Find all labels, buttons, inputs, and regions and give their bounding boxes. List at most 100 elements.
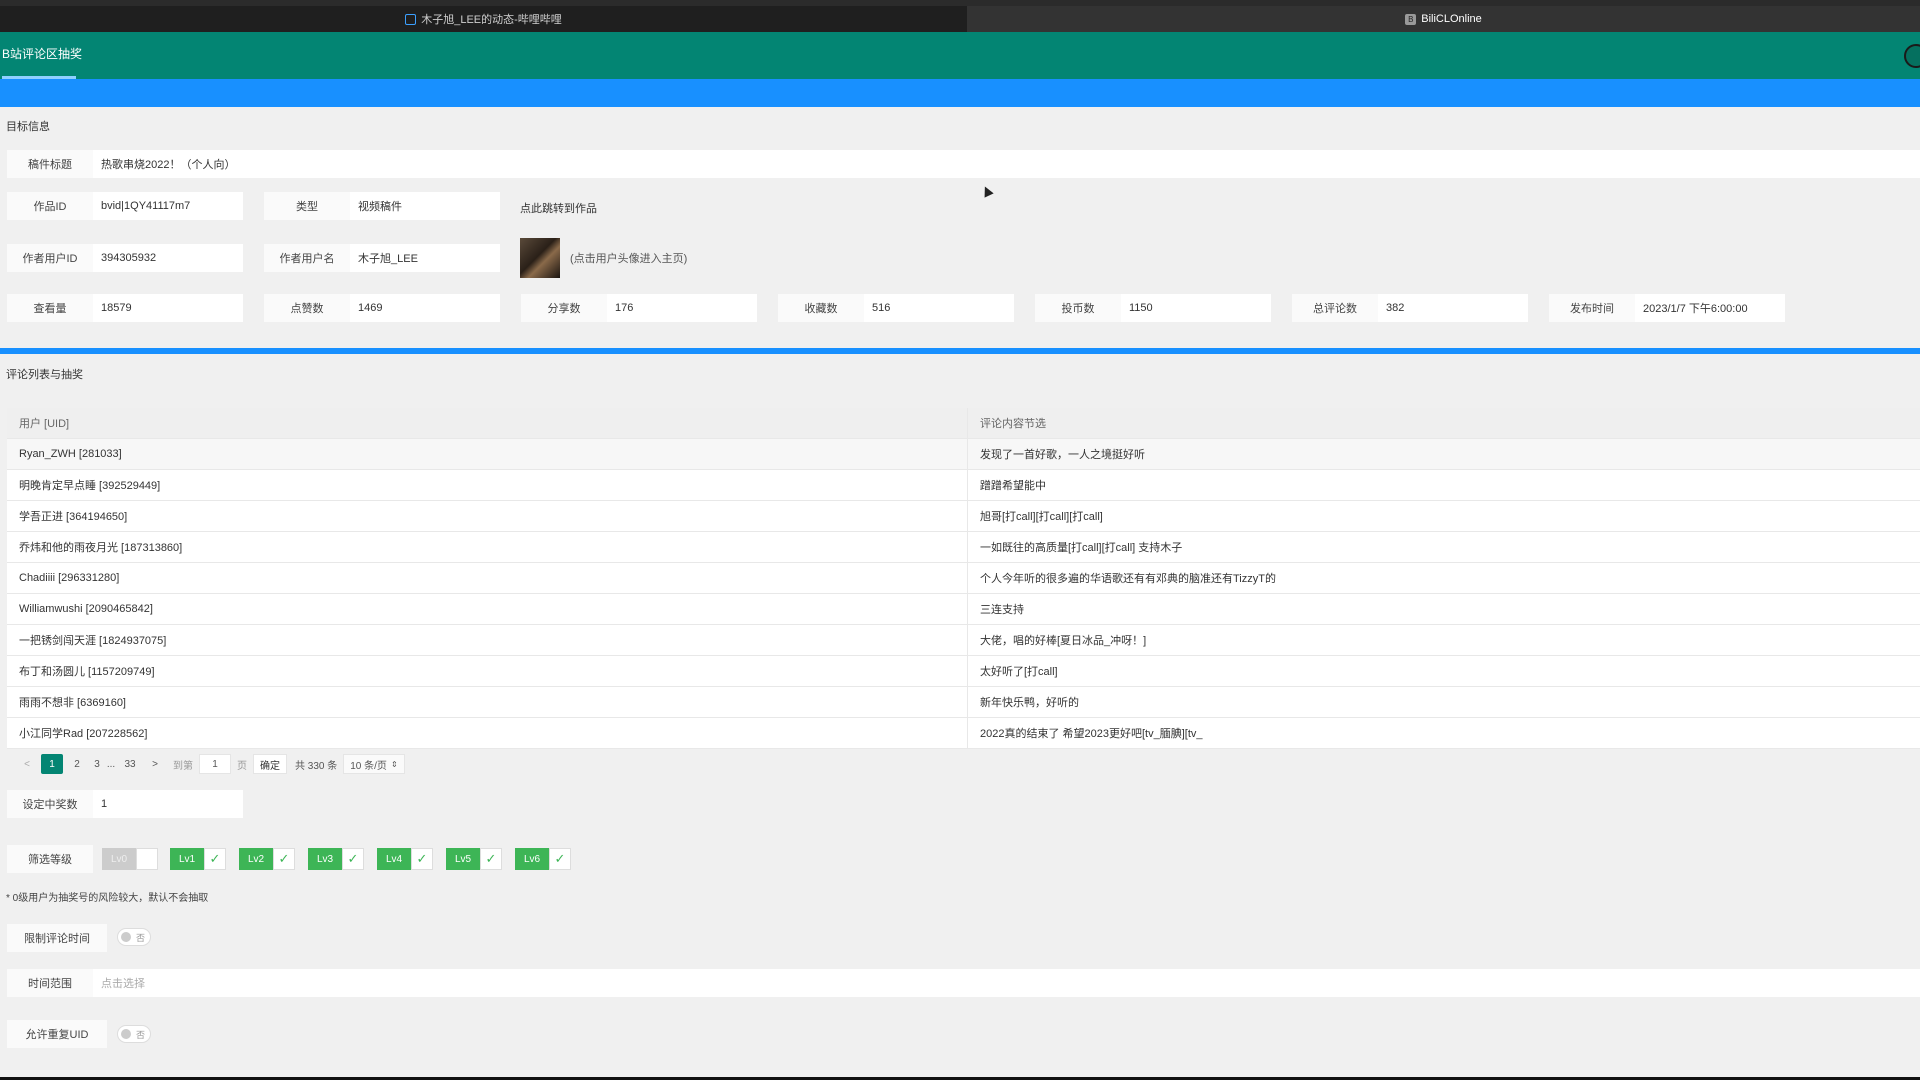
page-size-select[interactable]: 10 条/页 ⇕: [343, 754, 405, 774]
checkbox-check-icon[interactable]: ✓: [136, 848, 158, 870]
stat-label: 发布时间: [1549, 294, 1635, 322]
level-chip-lv6[interactable]: Lv6 ✓: [515, 848, 571, 870]
goto-label: 到第: [173, 760, 193, 772]
calendar-icon: [405, 13, 417, 25]
stat-value: 382: [1378, 294, 1528, 322]
pagination: < 1 2 3 ... 33 > 到第 1 页 确定 共 330 条 10 条/…: [16, 754, 405, 774]
tab-bilibili-dynamic[interactable]: 木子旭_LEE的动态-哔哩哔哩: [0, 6, 967, 32]
type-label: 类型: [264, 192, 350, 220]
cell-comment: 一如既往的高质量[打call][打call] 支持木子: [980, 542, 1183, 554]
page-3-button[interactable]: 3: [91, 754, 103, 774]
level-chip-label: Lv2: [239, 848, 273, 870]
table-row[interactable]: 乔炜和他的雨夜月光 [187313860] 一如既往的高质量[打call][打ca…: [7, 532, 1920, 563]
column-header-user: 用户 [UID]: [7, 408, 968, 438]
cell-comment: 旭哥[打call][打call][打call]: [980, 511, 1103, 523]
id-label: 作品ID: [7, 192, 93, 220]
stat-label: 查看量: [7, 294, 93, 322]
table-row[interactable]: Chadiiii [296331280] 个人今年听的很多遍的华语歌还有有邓典的脑…: [7, 563, 1920, 594]
type-value: 视频稿件: [350, 192, 500, 220]
goto-page-input[interactable]: 1: [199, 754, 231, 774]
id-value: bvid|1QY41117m7: [93, 192, 243, 220]
winners-input[interactable]: 1: [93, 790, 243, 818]
checkbox-check-icon[interactable]: ✓: [549, 848, 571, 870]
title-label: 稿件标题: [7, 150, 93, 178]
info-banner: [0, 79, 1920, 107]
cell-user: Ryan_ZWH [281033]: [7, 439, 968, 469]
target-section-title: 目标信息: [6, 121, 50, 133]
table-row[interactable]: 一把锈剑闯天涯 [1824937075] 大佬，唱的好棒[夏日冰品_冲呀！]: [7, 625, 1920, 656]
stat-value: 516: [864, 294, 1014, 322]
page-2-button[interactable]: 2: [66, 754, 88, 774]
table-row[interactable]: 小江同学Rad [207228562] 2022真的结束了 希望2023更好吧[t…: [7, 718, 1920, 749]
select-arrows-icon: ⇕: [390, 759, 398, 769]
time-range-label: 时间范围: [7, 969, 93, 997]
stat-value: 1469: [350, 294, 500, 322]
cell-user: 乔炜和他的雨夜月光 [187313860]: [7, 532, 968, 562]
level-chip-lv1[interactable]: Lv1 ✓: [170, 848, 226, 870]
avatar-hint: (点击用户头像进入主页): [570, 253, 688, 265]
user-avatar[interactable]: [1904, 44, 1920, 68]
checkbox-check-icon[interactable]: ✓: [342, 848, 364, 870]
level-filter-label: 筛选等级: [7, 845, 93, 873]
level-chip-lv4[interactable]: Lv4 ✓: [377, 848, 433, 870]
level-chip-label: Lv5: [446, 848, 480, 870]
limit-time-toggle[interactable]: 否: [117, 928, 151, 946]
time-range-picker[interactable]: 点击选择: [93, 969, 1920, 997]
nav-tab-lottery[interactable]: B站评论区抽奖: [2, 32, 82, 79]
table-row[interactable]: 学吾正进 [364194650] 旭哥[打call][打call][打call]: [7, 501, 1920, 532]
total-count: 共 330 条: [295, 760, 338, 772]
checkbox-check-icon[interactable]: ✓: [273, 848, 295, 870]
level-chip-lv5[interactable]: Lv5 ✓: [446, 848, 502, 870]
table-row[interactable]: 雨雨不想非 [6369160] 新年快乐鸭，好听的: [7, 687, 1920, 718]
table-row[interactable]: 明晚肯定早点睡 [392529449] 蹭蹭希望能中: [7, 470, 1920, 501]
cell-comment: 大佬，唱的好棒[夏日冰品_冲呀！]: [980, 635, 1147, 647]
mouse-cursor: [980, 184, 994, 198]
goto-confirm-button[interactable]: 确定: [253, 754, 287, 774]
stat-label: 点赞数: [264, 294, 350, 322]
stat-label: 总评论数: [1292, 294, 1378, 322]
pagination-ellipsis[interactable]: ...: [106, 754, 116, 774]
cell-user: 雨雨不想非 [6369160]: [7, 687, 968, 717]
table-header: 用户 [UID] 评论内容节选: [7, 408, 1920, 439]
title-value: 热歌串烧2022！（个人向）: [93, 150, 1920, 178]
comments-table: 用户 [UID] 评论内容节选 Ryan_ZWH [281033] 发现了一首好歌…: [7, 408, 1920, 749]
author-name-value: 木子旭_LEE: [350, 244, 500, 272]
level-chip-lv3[interactable]: Lv3 ✓: [308, 848, 364, 870]
level-chip-lv0[interactable]: Lv0✓: [102, 848, 158, 870]
cell-comment: 蹭蹭希望能中: [980, 480, 1046, 492]
tab-bilicl-online[interactable]: B BiliCLOnline: [967, 6, 1920, 32]
prev-page-button[interactable]: <: [16, 754, 38, 774]
checkbox-check-icon[interactable]: ✓: [411, 848, 433, 870]
author-avatar[interactable]: [520, 238, 560, 278]
cell-user: 一把锈剑闯天涯 [1824937075]: [7, 625, 968, 655]
level-chip-label: Lv1: [170, 848, 204, 870]
level-note: * 0级用户为抽奖号的风险较大，默认不会抽取: [6, 893, 209, 904]
allow-dup-toggle[interactable]: 否: [117, 1025, 151, 1043]
toggle-state: 否: [135, 1030, 145, 1040]
jump-to-work-link[interactable]: 点此跳转到作品: [520, 200, 597, 216]
cell-user: 小江同学Rad [207228562]: [7, 718, 968, 748]
level-chip-lv2[interactable]: Lv2 ✓: [239, 848, 295, 870]
column-header-content: 评论内容节选: [980, 418, 1046, 430]
allow-dup-label: 允许重复UID: [7, 1020, 107, 1048]
cell-comment: 2022真的结束了 希望2023更好吧[tv_腼腆][tv_: [980, 728, 1203, 740]
toggle-state: 否: [135, 933, 145, 943]
level-chip-label: Lv4: [377, 848, 411, 870]
browser-tab-bar: 木子旭_LEE的动态-哔哩哔哩 B BiliCLOnline: [0, 0, 1920, 32]
stat-label: 分享数: [521, 294, 607, 322]
page-unit-label: 页: [237, 760, 247, 772]
table-body: Ryan_ZWH [281033] 发现了一首好歌，一人之境挺好听 明晚肯定早点睡 …: [7, 439, 1920, 749]
cell-user: Williamwushi [2090465842]: [7, 594, 968, 624]
checkbox-check-icon[interactable]: ✓: [480, 848, 502, 870]
table-row[interactable]: Ryan_ZWH [281033] 发现了一首好歌，一人之境挺好听: [7, 439, 1920, 470]
page-1-button[interactable]: 1: [41, 754, 63, 774]
comments-section-title: 评论列表与抽奖: [6, 369, 83, 381]
page-last-button[interactable]: 33: [119, 754, 141, 774]
level-chip-label: Lv3: [308, 848, 342, 870]
stat-value: 1150: [1121, 294, 1271, 322]
stat-value: 2023/1/7 下午6:00:00: [1635, 294, 1785, 322]
checkbox-check-icon[interactable]: ✓: [204, 848, 226, 870]
next-page-button[interactable]: >: [144, 754, 166, 774]
table-row[interactable]: 布丁和汤圆儿 [1157209749] 太好听了[打call]: [7, 656, 1920, 687]
table-row[interactable]: Williamwushi [2090465842] 三连支持: [7, 594, 1920, 625]
